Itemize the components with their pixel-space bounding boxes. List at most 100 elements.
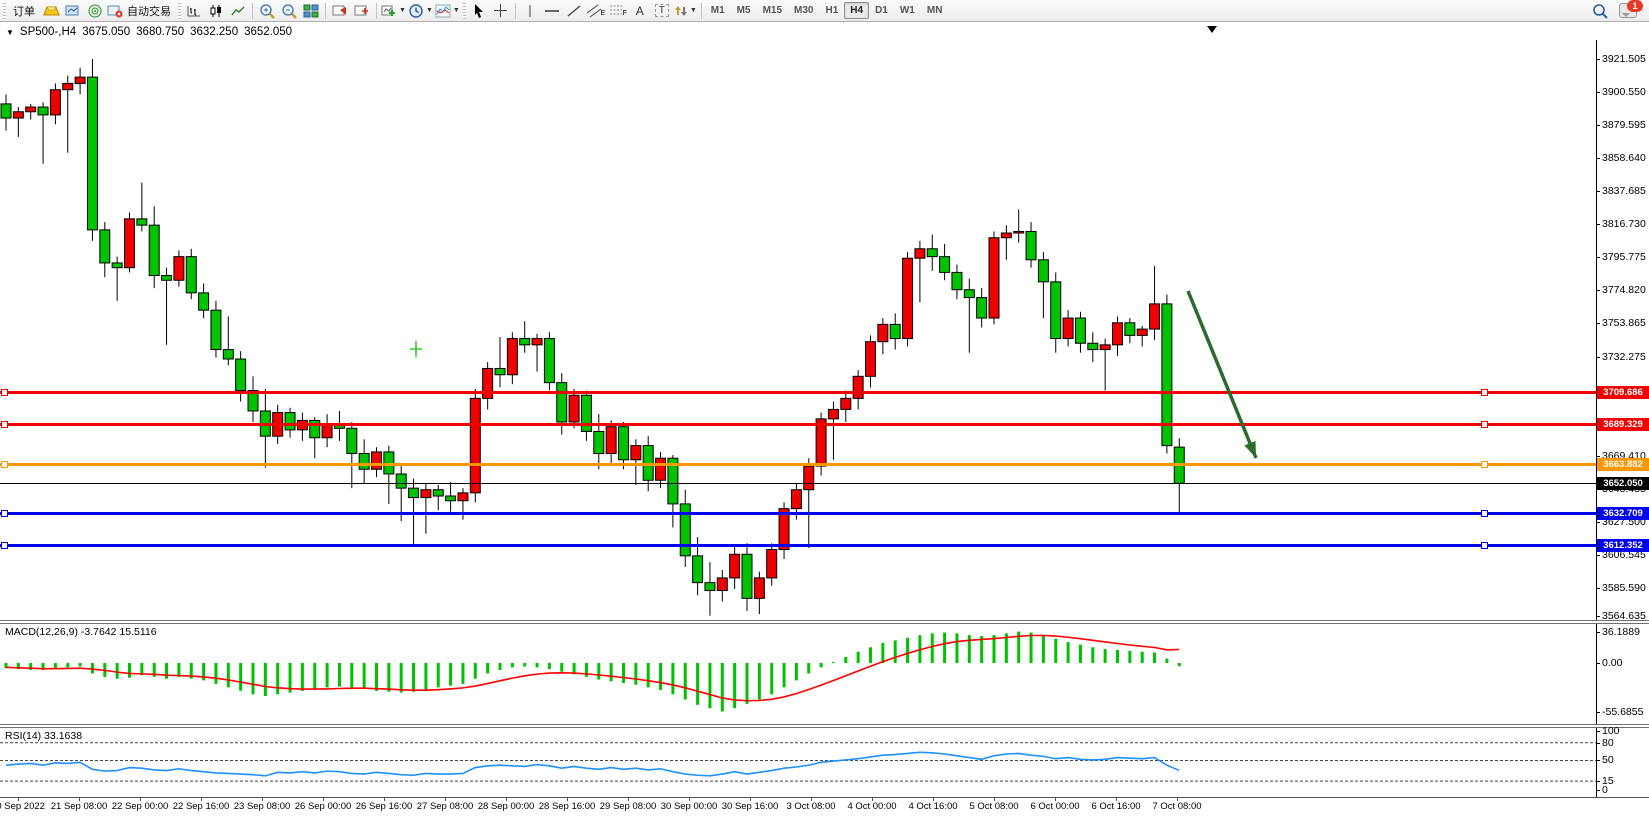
line-handle[interactable] [1, 510, 8, 517]
candle-up [174, 257, 184, 281]
timeframe-button-mn[interactable]: MN [921, 2, 949, 19]
rsi-panel-separator[interactable] [0, 724, 1649, 728]
channel-letter: E [600, 10, 605, 17]
crosshair-tool-button[interactable] [490, 1, 512, 21]
macd-histogram-bar [560, 663, 563, 672]
period-clock-button[interactable]: ▼ [407, 1, 434, 21]
macd-tick [1596, 712, 1600, 713]
line-handle[interactable] [1481, 389, 1488, 396]
macd-histogram-bar [881, 643, 884, 663]
bar-chart-type-button[interactable] [183, 1, 205, 21]
fibonacci-tool[interactable]: F [607, 1, 629, 21]
arrange-windows-button[interactable] [351, 1, 373, 21]
time-axis-label: 30 Sep 16:00 [722, 801, 779, 812]
macd-histogram-bar [647, 663, 650, 687]
timeframe-button-w1[interactable]: W1 [894, 2, 921, 19]
macd-histogram-bar [79, 663, 82, 666]
toolbar-grip[interactable] [3, 3, 6, 19]
gold-ingot-icon[interactable] [40, 1, 62, 21]
horizontal-level-line[interactable] [0, 512, 1596, 515]
horizontal-level-line[interactable] [0, 423, 1596, 426]
one-click-expander-icon[interactable]: ▼ [6, 28, 14, 37]
equidistant-channel-tool[interactable]: E [585, 1, 607, 21]
price-tag: 3689.329 [1597, 418, 1649, 431]
cross-marker[interactable] [410, 341, 422, 357]
candle-up [1113, 323, 1123, 345]
candle-up [470, 398, 480, 492]
candle-up [75, 77, 85, 83]
line-handle[interactable] [1481, 461, 1488, 468]
candle-down [38, 107, 48, 115]
candle-down [1, 104, 11, 118]
line-handle[interactable] [1481, 510, 1488, 517]
horizontal-level-line[interactable] [0, 463, 1596, 466]
cursor-tool-button[interactable] [468, 1, 490, 21]
timeframe-button-d1[interactable]: D1 [869, 2, 894, 19]
macd-histogram-bar [499, 663, 502, 670]
time-axis-label: 22 Sep 16:00 [173, 801, 230, 812]
macd-tick-label: -55.6855 [1602, 706, 1643, 718]
macd-tick [1596, 663, 1600, 664]
radar-signal-icon[interactable] [84, 1, 106, 21]
candlestick-type-button[interactable] [205, 1, 227, 21]
price-tick [1596, 92, 1600, 93]
timeframe-button-h4[interactable]: H4 [844, 2, 869, 19]
timeframe-button-m5[interactable]: M5 [731, 2, 757, 19]
price-tick [1596, 191, 1600, 192]
timeframe-button-h1[interactable]: H1 [819, 2, 844, 19]
search-button[interactable] [1589, 1, 1611, 21]
indicators-button[interactable]: ▼ [434, 1, 461, 21]
zoom-out-button[interactable] [278, 1, 300, 21]
macd-histogram-bar [1178, 663, 1181, 666]
line-handle[interactable] [1, 389, 8, 396]
macd-panel-separator[interactable] [0, 620, 1649, 624]
time-axis-border [0, 797, 1649, 798]
rsi-tick [1596, 731, 1600, 732]
timeframe-button-m30[interactable]: M30 [788, 2, 819, 19]
timeframe-button-m1[interactable]: M1 [705, 2, 731, 19]
market-watch-icon[interactable] [62, 1, 84, 21]
autotrading-button[interactable]: 自动交易 [106, 1, 176, 21]
horizontal-level-line[interactable] [0, 391, 1596, 394]
horizontal-level-line[interactable] [0, 544, 1596, 547]
candle-down [186, 257, 196, 293]
line-handle[interactable] [1, 461, 8, 468]
timeframe-button-m15[interactable]: M15 [757, 2, 788, 19]
toolbar-grip[interactable] [178, 3, 181, 19]
line-handle[interactable] [1481, 542, 1488, 549]
price-tick [1596, 257, 1600, 258]
horizontal-line-tool[interactable] [541, 1, 563, 21]
auto-arrange-button[interactable] [329, 1, 351, 21]
text-label-tool[interactable]: T [651, 1, 673, 21]
new-order-button[interactable]: 订单 [8, 1, 40, 21]
macd-panel-canvas[interactable] [0, 624, 1596, 724]
rsi-panel-canvas[interactable] [0, 728, 1596, 797]
line-handle[interactable] [1, 421, 8, 428]
macd-histogram-bar [671, 663, 674, 694]
vertical-line-tool[interactable] [519, 1, 541, 21]
tile-windows-button[interactable] [300, 1, 322, 21]
text-tool[interactable]: A [629, 1, 651, 21]
trendline-tool[interactable] [563, 1, 585, 21]
macd-histogram-bar [943, 633, 946, 663]
macd-histogram-bar [54, 663, 57, 668]
line-handle[interactable] [1481, 421, 1488, 428]
new-chart-button[interactable]: ▼ [380, 1, 407, 21]
time-axis-label: 26 Sep 00:00 [295, 801, 352, 812]
candle-up [569, 395, 579, 422]
line-handle[interactable] [1, 542, 8, 549]
line-chart-type-button[interactable] [227, 1, 249, 21]
notifications-button[interactable]: 1 [1617, 1, 1639, 21]
candle-down [927, 249, 937, 257]
arrows-tool-button[interactable]: ▼ [673, 1, 698, 21]
toolbar-grip[interactable] [463, 3, 466, 19]
main-chart-canvas[interactable] [0, 40, 1596, 620]
chart-shift-marker[interactable] [1207, 26, 1217, 38]
price-tag: 3652.050 [1597, 477, 1649, 490]
horizontal-level-line[interactable] [0, 483, 1596, 484]
candle-down [1038, 260, 1048, 282]
price-tick [1596, 125, 1600, 126]
zoom-in-button[interactable] [256, 1, 278, 21]
candle-up [63, 83, 73, 89]
text-tool-label: A [636, 4, 644, 18]
